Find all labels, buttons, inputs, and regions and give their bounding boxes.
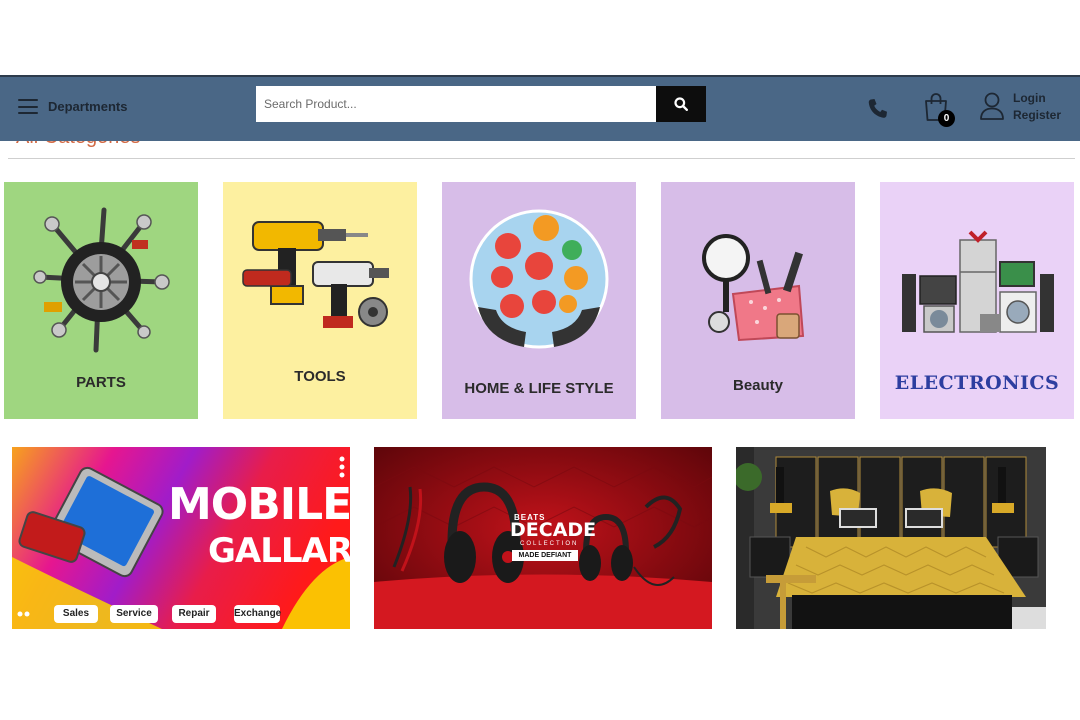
section-divider [8,158,1075,159]
page: All Categories Departments 0 [0,0,1080,720]
category-label: ELECTRONICS [894,372,1060,394]
search-bar [256,86,706,122]
mobile-banner-title: MOBILE [168,479,350,530]
departments-label: Departments [48,99,128,114]
cart-count-badge: 0 [938,110,955,127]
category-card-electronics[interactable]: ELECTRONICS [880,182,1074,419]
category-label: PARTS [76,374,126,391]
banner-mobile-gallery[interactable]: MOBILE GALLARY Sales Service Repair Exch… [12,447,350,629]
search-icon [674,97,688,111]
pill-sales: Sales [54,605,98,623]
phone-icon[interactable] [866,97,890,121]
login-link[interactable]: Login [1013,91,1061,106]
pill-repair: Repair [172,605,216,623]
bedroom-furniture-photo [736,447,1046,629]
cart-button[interactable]: 0 [923,92,955,127]
departments-menu[interactable]: Departments [18,99,127,114]
category-label: HOME & LIFE STYLE [464,380,614,397]
hamburger-icon [18,99,38,114]
beats-collection: COLLECTION [520,541,579,547]
auth-links: Login Register [1013,91,1061,123]
banner-bedroom[interactable] [736,447,1046,629]
pill-exchange: Exchange [234,605,281,623]
category-card-home-life-style[interactable]: HOME & LIFE STYLE [442,182,636,419]
pill-service: Service [110,605,158,623]
category-label: TOOLS [294,368,346,385]
beats-headline: DECADE [510,519,597,541]
beats-tagline: MADE DEFIANT [512,550,578,561]
search-input[interactable] [256,86,656,122]
banner-beats-decade[interactable]: BEATS DECADE COLLECTION MADE DEFIANT [374,447,712,629]
category-card-tools[interactable]: TOOLS [223,182,417,419]
category-card-parts[interactable]: PARTS [4,182,198,419]
register-link[interactable]: Register [1013,108,1061,123]
mobile-banner-subtitle: GALLARY [208,531,350,571]
search-button[interactable] [656,86,706,122]
category-card-beauty[interactable]: Beauty [661,182,855,419]
top-header: Departments 0 Login [0,75,1080,141]
category-label: Beauty [732,377,784,394]
user-icon[interactable] [979,91,1005,121]
